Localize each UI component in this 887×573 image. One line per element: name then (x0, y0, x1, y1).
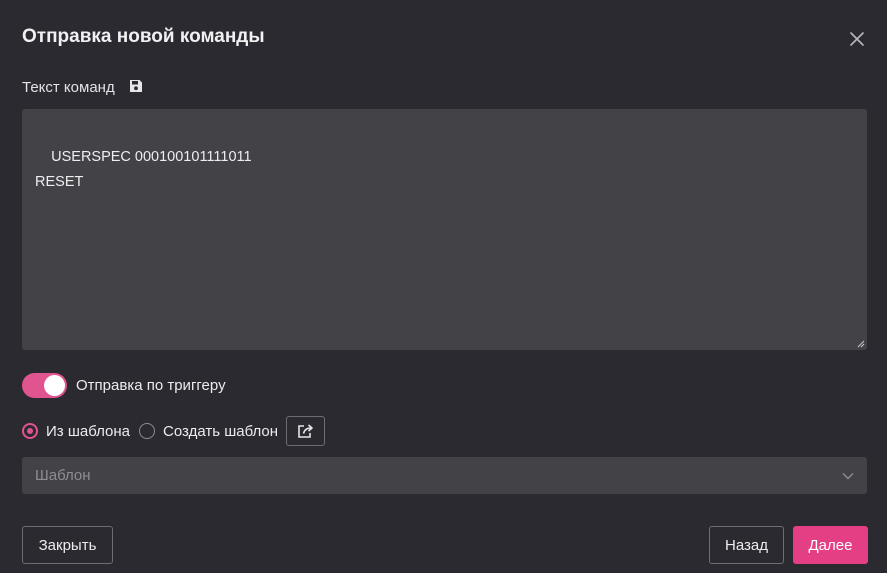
radio-unchecked-icon (139, 423, 156, 439)
save-icon[interactable] (129, 79, 143, 93)
commands-textarea[interactable]: USERSPEC 000100101111011 RESET (22, 109, 867, 350)
close-button[interactable]: Закрыть (22, 526, 113, 564)
next-button[interactable]: Далее (793, 526, 868, 564)
radio-from-template-label: Из шаблона (46, 422, 131, 440)
toggle-knob (44, 375, 65, 396)
share-template-button[interactable] (286, 416, 326, 446)
template-select[interactable]: Шаблон (22, 457, 867, 494)
back-button[interactable]: Назад (709, 526, 784, 564)
chevron-down-icon (842, 472, 854, 479)
trigger-toggle-row: Отправка по триггеру (22, 373, 226, 398)
radio-from-template[interactable]: Из шаблона (22, 423, 130, 440)
template-select-placeholder: Шаблон (35, 467, 91, 484)
close-icon[interactable] (847, 29, 867, 49)
radio-create-template-label: Создать шаблон (163, 422, 279, 440)
trigger-toggle-label: Отправка по триггеру (76, 377, 226, 394)
dialog-title: Отправка новой команды (22, 26, 265, 47)
commands-label: Текст команд (22, 79, 115, 96)
share-icon (297, 424, 313, 438)
template-mode-group: Из шаблона Создать шаблон (22, 416, 326, 446)
commands-text: USERSPEC 000100101111011 RESET (35, 149, 252, 190)
commands-label-row: Текст команд (22, 79, 143, 96)
resize-grip-icon[interactable] (856, 339, 865, 348)
send-command-dialog: Отправка новой команды Текст команд USER… (0, 0, 887, 573)
radio-checked-icon (22, 423, 38, 439)
radio-create-template[interactable]: Создать шаблон (139, 423, 278, 440)
trigger-toggle[interactable] (22, 373, 67, 398)
